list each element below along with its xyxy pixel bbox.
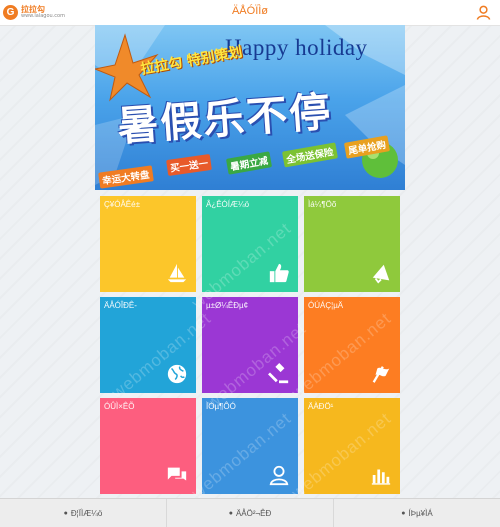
globe-icon xyxy=(167,364,187,384)
flag-icon xyxy=(372,366,390,383)
tile-gavel[interactable]: µ±Ø¼ÊÐµ¢ xyxy=(202,297,298,393)
tile-label: ÌÒµ¶ÔÓ xyxy=(206,402,236,411)
bottom-nav-label: ÄÅÖ²¬ÊÐ xyxy=(235,508,272,518)
tile-flag[interactable]: ÓÚÁÇ¦µÄ xyxy=(304,297,400,393)
banner-tags: 幸运大转盘 买一送一 暑期立减 全场送保险 尾单抢购 xyxy=(95,135,405,189)
tile-grid: Ç¥ÓÅÊé± Â¿ÊÓÍÆ¼ö Ìá¼¶Öõ ÄÅÓÎÐÊ- µ±Ø¼ÊÐµ¢… xyxy=(100,196,400,503)
banner-tag: 买一送一 xyxy=(166,154,212,176)
tile-chat[interactable]: ÓÛÌ×ÊÕ xyxy=(100,398,196,494)
bottom-nav-label: Ð¦ÏÌÆ¼ö xyxy=(70,508,103,518)
circle-icon: ● xyxy=(228,509,233,517)
user-icon[interactable] xyxy=(476,5,491,20)
banner-tag: 暑期立减 xyxy=(225,151,273,175)
tile-label: µ±Ø¼ÊÐµ¢ xyxy=(206,301,249,310)
bottom-nav-label: ÍÞµ¥ÌÁ xyxy=(408,508,433,518)
banner-happy-text: Happy holiday xyxy=(225,35,368,60)
tile-label: Â¿ÊÓÍÆ¼ö xyxy=(206,200,250,209)
tile-sailboat[interactable]: Ç¥ÓÅÊé± xyxy=(100,196,196,292)
tile-label: Ç¥ÓÅÊé± xyxy=(104,200,140,209)
tile-bar-chart[interactable]: ÄÀÐÖ¹ xyxy=(304,398,400,494)
tile-label: Ìá¼¶Öõ xyxy=(308,200,337,209)
tile-label: ÓÚÁÇ¦µÄ xyxy=(308,301,344,310)
bottom-nav-item-3[interactable]: ● ÍÞµ¥ÌÁ xyxy=(334,499,500,527)
circle-icon: ● xyxy=(63,509,68,517)
bottom-nav: ● Ð¦ÏÌÆ¼ö ● ÄÅÖ²¬ÊÐ ● ÍÞµ¥ÌÁ xyxy=(0,498,500,527)
banner-tag: 幸运大转盘 xyxy=(98,165,154,189)
user-icon xyxy=(269,465,289,486)
promo-banner[interactable]: Happy holiday 拉拉勾 特别策划 暑假乐不停 幸运大转盘 买一送一 … xyxy=(95,25,405,190)
chat-icon xyxy=(167,467,187,481)
top-bar: G 拉拉勾 www.lalagou.com ÄÅÓÏÌø xyxy=(0,0,500,26)
page-title: ÄÅÓÏÌø xyxy=(231,5,269,17)
megaphone-icon xyxy=(372,264,390,284)
tile-label: ÄÅÓÎÐÊ- xyxy=(104,301,137,310)
sailboat-icon xyxy=(167,263,187,283)
tile-thumbs-up[interactable]: Â¿ÊÓÍÆ¼ö xyxy=(202,196,298,292)
tile-user[interactable]: ÌÒµ¶ÔÓ xyxy=(202,398,298,494)
bottom-nav-item-2[interactable]: ● ÄÅÖ²¬ÊÐ xyxy=(167,499,334,527)
gavel-icon xyxy=(268,363,289,384)
bar-chart-icon xyxy=(371,469,391,485)
circle-icon: ● xyxy=(401,509,406,517)
bottom-nav-item-1[interactable]: ● Ð¦ÏÌÆ¼ö xyxy=(0,499,167,527)
tile-megaphone[interactable]: Ìá¼¶Öõ xyxy=(304,196,400,292)
tile-label: ÄÀÐÖ¹ xyxy=(308,402,334,411)
tile-globe[interactable]: ÄÅÓÎÐÊ- xyxy=(100,297,196,393)
banner-tag: 全场送保险 xyxy=(282,142,338,168)
tile-label: ÓÛÌ×ÊÕ xyxy=(104,402,135,411)
thumbs-up-icon xyxy=(269,263,289,283)
